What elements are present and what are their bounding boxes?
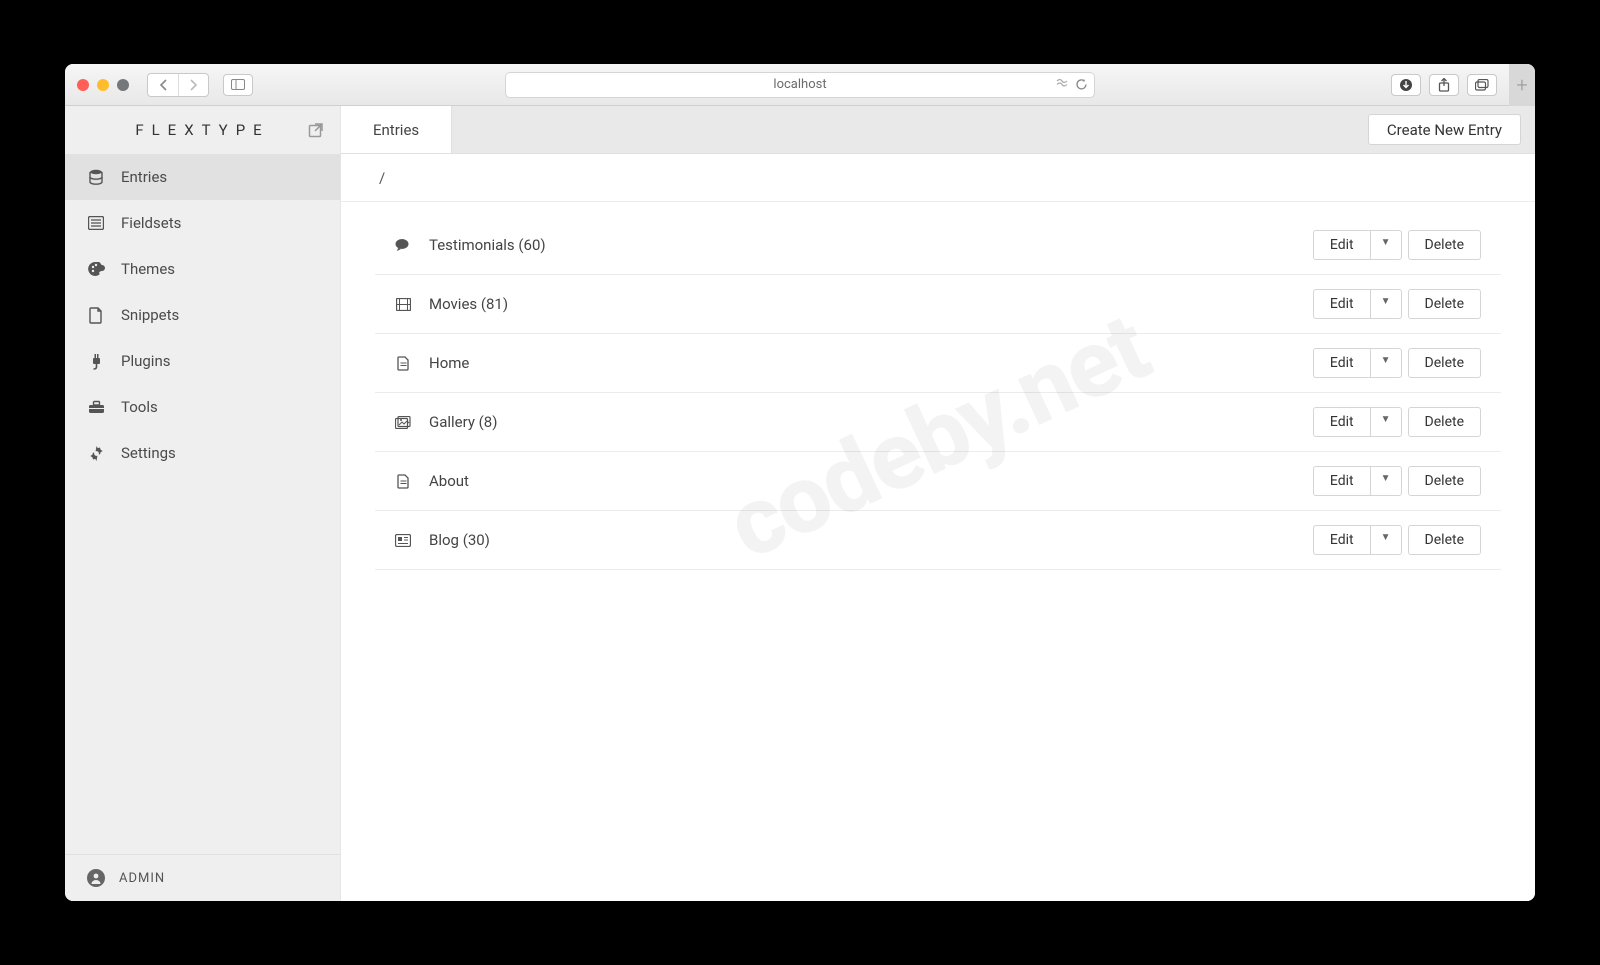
forward-button[interactable] bbox=[178, 74, 208, 96]
palette-icon bbox=[87, 260, 105, 278]
edit-dropdown-button[interactable]: ▼ bbox=[1370, 466, 1402, 496]
delete-button[interactable]: Delete bbox=[1408, 466, 1481, 496]
browser-toolbar: localhost + bbox=[65, 64, 1535, 106]
delete-button[interactable]: Delete bbox=[1408, 407, 1481, 437]
gear-icon bbox=[87, 444, 105, 462]
navigation-buttons bbox=[147, 73, 209, 97]
comments-icon bbox=[395, 238, 411, 252]
minimize-window-button[interactable] bbox=[97, 79, 109, 91]
sidebar: FLEXTYPE Entries Fieldsets bbox=[65, 106, 341, 901]
nav-label: Tools bbox=[121, 398, 158, 416]
file-icon bbox=[87, 306, 105, 324]
entry-row[interactable]: Gallery (8) Edit ▼ Delete bbox=[375, 393, 1501, 452]
sidebar-item-fieldsets[interactable]: Fieldsets bbox=[65, 200, 340, 246]
share-button[interactable] bbox=[1429, 74, 1459, 96]
breadcrumb: / bbox=[341, 154, 1535, 202]
nav-label: Snippets bbox=[121, 306, 179, 324]
brand-name: FLEXTYPE bbox=[135, 121, 269, 139]
images-icon bbox=[395, 416, 411, 429]
entries-list: codeby.net Testimonials (60) Edit ▼ Dele… bbox=[341, 202, 1535, 584]
edit-dropdown-button[interactable]: ▼ bbox=[1370, 525, 1402, 555]
create-label: Create New Entry bbox=[1387, 121, 1502, 139]
entry-row[interactable]: About Edit ▼ Delete bbox=[375, 452, 1501, 511]
toolbox-icon bbox=[87, 398, 105, 416]
edit-button[interactable]: Edit bbox=[1313, 289, 1370, 319]
entry-row[interactable]: Movies (81) Edit ▼ Delete bbox=[375, 275, 1501, 334]
close-window-button[interactable] bbox=[77, 79, 89, 91]
entry-label: Home bbox=[429, 354, 1295, 372]
list-icon bbox=[87, 214, 105, 232]
sidebar-item-entries[interactable]: Entries bbox=[65, 154, 340, 200]
delete-button[interactable]: Delete bbox=[1408, 230, 1481, 260]
delete-button[interactable]: Delete bbox=[1408, 348, 1481, 378]
tab-label: Entries bbox=[373, 121, 419, 139]
entry-label: Blog (30) bbox=[429, 531, 1295, 549]
entry-row[interactable]: Home Edit ▼ Delete bbox=[375, 334, 1501, 393]
create-new-entry-button[interactable]: Create New Entry bbox=[1368, 114, 1521, 145]
edit-dropdown-button[interactable]: ▼ bbox=[1370, 230, 1402, 260]
entry-label: Gallery (8) bbox=[429, 413, 1295, 431]
nav-list: Entries Fieldsets Themes bbox=[65, 154, 340, 854]
entry-row[interactable]: Testimonials (60) Edit ▼ Delete bbox=[375, 216, 1501, 275]
edit-button[interactable]: Edit bbox=[1313, 407, 1370, 437]
edit-button[interactable]: Edit bbox=[1313, 348, 1370, 378]
sidebar-item-settings[interactable]: Settings bbox=[65, 430, 340, 476]
entry-label: Movies (81) bbox=[429, 295, 1295, 313]
nav-label: Fieldsets bbox=[121, 214, 181, 232]
edit-button[interactable]: Edit bbox=[1313, 466, 1370, 496]
entry-label: About bbox=[429, 472, 1295, 490]
nav-label: Plugins bbox=[121, 352, 170, 370]
sidebar-item-plugins[interactable]: Plugins bbox=[65, 338, 340, 384]
entry-label: Testimonials (60) bbox=[429, 236, 1295, 254]
edit-button[interactable]: Edit bbox=[1313, 230, 1370, 260]
file-text-icon bbox=[395, 356, 411, 371]
delete-button[interactable]: Delete bbox=[1408, 525, 1481, 555]
download-button[interactable] bbox=[1391, 74, 1421, 96]
user-name: ADMIN bbox=[119, 871, 165, 886]
external-link-icon[interactable] bbox=[308, 122, 324, 138]
edit-button[interactable]: Edit bbox=[1313, 525, 1370, 555]
user-avatar-icon bbox=[87, 869, 105, 887]
breadcrumb-path: / bbox=[379, 169, 385, 187]
database-icon bbox=[87, 168, 105, 186]
edit-dropdown-button[interactable]: ▼ bbox=[1370, 348, 1402, 378]
sidebar-toggle-button[interactable] bbox=[223, 74, 253, 96]
tabs-button[interactable] bbox=[1467, 74, 1497, 96]
nav-label: Settings bbox=[121, 444, 176, 462]
url-bar[interactable]: localhost bbox=[505, 72, 1095, 98]
newspaper-icon bbox=[395, 534, 411, 547]
back-button[interactable] bbox=[148, 74, 178, 96]
entry-row[interactable]: Blog (30) Edit ▼ Delete bbox=[375, 511, 1501, 570]
tab-entries[interactable]: Entries bbox=[341, 106, 452, 153]
delete-button[interactable]: Delete bbox=[1408, 289, 1481, 319]
sidebar-item-themes[interactable]: Themes bbox=[65, 246, 340, 292]
edit-dropdown-button[interactable]: ▼ bbox=[1370, 407, 1402, 437]
main-content: Entries Create New Entry / codeby.net Te… bbox=[341, 106, 1535, 901]
nav-label: Entries bbox=[121, 168, 167, 186]
file-text-icon bbox=[395, 474, 411, 489]
sidebar-item-snippets[interactable]: Snippets bbox=[65, 292, 340, 338]
plug-icon bbox=[87, 352, 105, 370]
reload-icon[interactable] bbox=[1075, 78, 1088, 91]
new-tab-button[interactable]: + bbox=[1509, 64, 1535, 106]
sidebar-footer[interactable]: ADMIN bbox=[65, 854, 340, 901]
edit-dropdown-button[interactable]: ▼ bbox=[1370, 289, 1402, 319]
window-controls bbox=[77, 79, 129, 91]
sidebar-item-tools[interactable]: Tools bbox=[65, 384, 340, 430]
url-text: localhost bbox=[773, 77, 826, 92]
brand-header: FLEXTYPE bbox=[65, 106, 340, 154]
reader-icon[interactable] bbox=[1055, 79, 1069, 90]
film-icon bbox=[395, 298, 411, 311]
nav-label: Themes bbox=[121, 260, 175, 278]
maximize-window-button[interactable] bbox=[117, 79, 129, 91]
topbar: Entries Create New Entry bbox=[341, 106, 1535, 154]
